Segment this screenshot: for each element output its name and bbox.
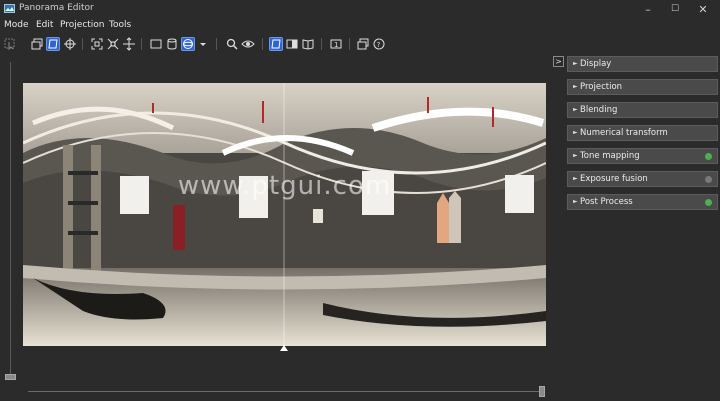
title-bar: Panorama Editor – ☐ ✕ bbox=[0, 0, 720, 19]
panel-tone-mapping[interactable]: ► Tone mapping bbox=[567, 148, 718, 164]
layers-icon[interactable] bbox=[30, 37, 44, 51]
disabled-indicator-icon[interactable] bbox=[705, 176, 712, 183]
menu-projection[interactable]: Projection bbox=[60, 20, 105, 30]
help-icon[interactable]: ? bbox=[372, 37, 386, 51]
menu-tools[interactable]: Tools bbox=[109, 20, 131, 30]
book-icon[interactable] bbox=[301, 37, 315, 51]
select-tool-icon[interactable] bbox=[3, 37, 17, 51]
menu-edit[interactable]: Edit bbox=[36, 20, 53, 30]
enabled-indicator-icon[interactable] bbox=[705, 153, 712, 160]
menu-mode[interactable]: Mode bbox=[4, 20, 29, 30]
expand-arrow-icon: ► bbox=[573, 152, 578, 159]
chevron-down-icon[interactable] bbox=[198, 37, 208, 51]
svg-text:?: ? bbox=[377, 41, 381, 49]
menu-bar: Mode Edit Projection Tools bbox=[0, 19, 720, 34]
edit-image-icon[interactable] bbox=[46, 37, 60, 51]
panorama-canvas[interactable]: www.ptgui.com bbox=[23, 83, 546, 346]
number-icon[interactable]: 1 bbox=[329, 37, 343, 51]
minimize-button[interactable]: – bbox=[639, 2, 657, 17]
panel-label: Tone mapping bbox=[580, 151, 640, 161]
window-title: Panorama Editor bbox=[19, 3, 94, 13]
app-icon bbox=[4, 4, 15, 13]
crop-frame-icon[interactable] bbox=[269, 37, 283, 51]
panel-numerical-transform[interactable]: ► Numerical transform bbox=[567, 125, 718, 141]
vertical-zoom-slider[interactable] bbox=[5, 374, 16, 380]
svg-text:1: 1 bbox=[334, 41, 338, 49]
panel-display[interactable]: ► Display bbox=[567, 56, 718, 72]
panel-post-process[interactable]: ► Post Process bbox=[567, 194, 718, 210]
eye-icon[interactable] bbox=[241, 37, 255, 51]
panorama-image bbox=[23, 83, 546, 346]
panel-label: Blending bbox=[580, 105, 618, 115]
expand-arrow-icon: ► bbox=[573, 198, 578, 205]
panel-label: Post Process bbox=[580, 197, 633, 207]
cylinder-projection-icon[interactable] bbox=[165, 37, 179, 51]
panel-label: Projection bbox=[580, 82, 623, 92]
enabled-indicator-icon[interactable] bbox=[705, 199, 712, 206]
half-fill-icon[interactable] bbox=[285, 37, 299, 51]
panels-icon[interactable] bbox=[356, 37, 370, 51]
panel-blending[interactable]: ► Blending bbox=[567, 102, 718, 118]
crosshair-icon[interactable] bbox=[63, 37, 77, 51]
expand-arrow-icon: ► bbox=[573, 129, 578, 136]
close-button[interactable]: ✕ bbox=[694, 2, 712, 17]
vertical-zoom-track bbox=[10, 62, 11, 378]
horizontal-zoom-track bbox=[28, 391, 545, 392]
panel-label: Display bbox=[580, 59, 612, 69]
sphere-projection-icon[interactable] bbox=[181, 37, 195, 51]
panel-projection[interactable]: ► Projection bbox=[567, 79, 718, 95]
watermark-text: www.ptgui.com bbox=[177, 171, 392, 201]
zoom-icon[interactable] bbox=[225, 37, 239, 51]
collapse-panel-button[interactable]: > bbox=[553, 56, 564, 67]
fit-icon[interactable] bbox=[90, 37, 104, 51]
panel-label: Exposure fusion bbox=[580, 174, 648, 184]
panel-label: Numerical transform bbox=[580, 128, 668, 138]
flat-projection-icon[interactable] bbox=[149, 37, 163, 51]
expand-arrow-icon: ► bbox=[573, 83, 578, 90]
center-marker-icon[interactable] bbox=[280, 345, 288, 351]
horizontal-zoom-slider[interactable] bbox=[539, 386, 545, 397]
center-icon[interactable] bbox=[106, 37, 120, 51]
expand-arrow-icon: ► bbox=[573, 175, 578, 182]
expand-arrow-icon: ► bbox=[573, 106, 578, 113]
expand-arrow-icon: ► bbox=[573, 60, 578, 67]
straighten-icon[interactable] bbox=[122, 37, 136, 51]
maximize-button[interactable]: ☐ bbox=[666, 2, 684, 17]
panel-exposure-fusion[interactable]: ► Exposure fusion bbox=[567, 171, 718, 187]
